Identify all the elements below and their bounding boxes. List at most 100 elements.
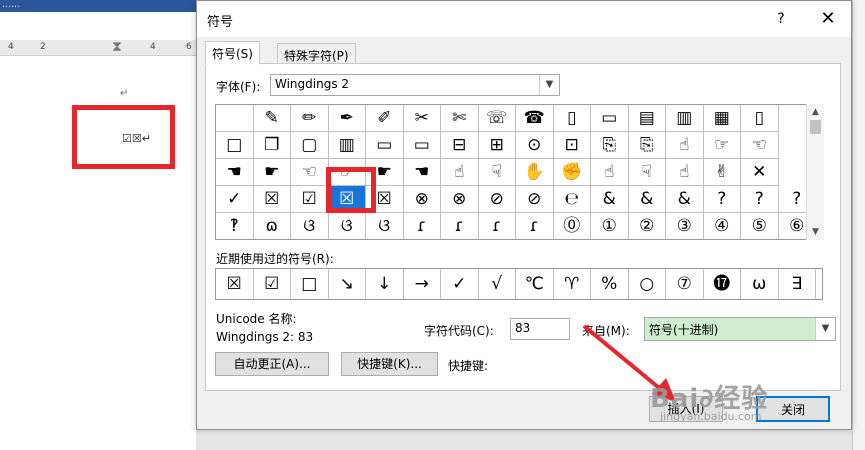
symbol-cell[interactable]: ⊗ (403, 186, 441, 213)
symbol-cell[interactable]: ② (629, 213, 666, 239)
scroll-down-icon[interactable]: ▼ (807, 224, 824, 240)
symbol-cell[interactable]: ☟ (628, 159, 666, 186)
symbol-cell[interactable]: ☝ (591, 159, 629, 186)
symbol-cell[interactable]: ℮ (553, 186, 591, 213)
symbol-cell[interactable]: ▤ (628, 105, 666, 132)
symbol-cell[interactable]: & (628, 186, 666, 213)
recent-symbol-cell[interactable]: ℃ (516, 269, 554, 299)
symbol-cell[interactable]: ① (591, 213, 629, 239)
recent-symbol-cell[interactable]: ⓱ (704, 269, 741, 299)
symbol-cell[interactable]: ▥ (666, 105, 704, 132)
symbol-cell[interactable]: ▭ (403, 132, 441, 159)
symbol-cell[interactable]: ☒ (366, 186, 404, 213)
symbol-cell[interactable]: ɷ (254, 213, 291, 239)
recent-symbol-cell[interactable]: ○ (629, 269, 666, 299)
symbol-cell[interactable]: ☝ (666, 132, 704, 159)
chevron-down-icon[interactable]: ▼ (815, 318, 835, 340)
recent-symbol-cell[interactable]: ↓ (366, 269, 404, 299)
recent-symbol-cell[interactable]: ∃ (779, 269, 816, 299)
recent-symbol-cell[interactable]: ☑ (254, 269, 291, 299)
symbol-cell[interactable]: & (591, 186, 629, 213)
scroll-up-icon[interactable]: ▲ (807, 104, 824, 120)
symbol-cell[interactable]: ✕ (741, 159, 779, 186)
shortcut-key-button[interactable]: 快捷键(K)... (341, 352, 438, 376)
recent-symbol-cell[interactable]: ☒ (216, 269, 254, 299)
recent-symbol-cell[interactable]: □ (291, 269, 329, 299)
tab-special-characters[interactable]: 特殊字符(P) (277, 43, 356, 65)
symbol-cell[interactable]: ☜ (291, 159, 329, 186)
recent-symbol-cell[interactable]: ✓ (441, 269, 479, 299)
symbol-cell[interactable]: ▯ (741, 105, 779, 132)
symbol-cell[interactable]: ✓ (216, 186, 254, 213)
character-code-input[interactable]: 83 (510, 318, 570, 340)
symbol-cell[interactable]: ɾ (516, 213, 554, 239)
symbol-cell[interactable]: ☟ (478, 159, 516, 186)
symbol-cell[interactable]: ✐ (366, 105, 404, 132)
recent-symbol-cell[interactable]: ↘ (329, 269, 366, 299)
symbol-cell[interactable]: ☛ (366, 159, 404, 186)
symbol-cell[interactable]: ▥ (328, 132, 366, 159)
symbol-cell[interactable]: ⊘ (478, 186, 516, 213)
autocorrect-button[interactable]: 自动更正(A)... (215, 352, 329, 376)
recent-symbol-cell[interactable]: √ (479, 269, 516, 299)
symbol-cell[interactable]: ❐ (253, 132, 291, 159)
symbol-cell[interactable]: □ (216, 132, 254, 159)
symbol-cell[interactable]: ✌ (703, 159, 741, 186)
symbol-cell[interactable]: ⎘ (628, 132, 666, 159)
symbol-cell[interactable]: ⊙ (516, 132, 554, 159)
symbol-cell[interactable]: ⎘ (591, 132, 629, 159)
symbol-cell[interactable]: ⑤ (741, 213, 779, 239)
symbol-cell[interactable]: ☝ (441, 159, 479, 186)
symbol-cell[interactable]: ଓ (366, 213, 404, 239)
symbol-cell[interactable]: ⊗ (441, 186, 479, 213)
from-select[interactable]: 符号(十进制) ▼ (644, 317, 836, 341)
symbol-cell[interactable]: ɾ (441, 213, 479, 239)
symbol-cell[interactable]: ✄ (441, 105, 479, 132)
recent-symbol-cell[interactable]: ω (741, 269, 779, 299)
symbol-cell[interactable]: ‽ (216, 213, 254, 239)
symbol-cell[interactable]: ⊘ (516, 186, 554, 213)
help-button[interactable]: ? (771, 9, 791, 29)
symbol-cell[interactable]: ɾ (479, 213, 516, 239)
symbol-cell[interactable]: ☚ (216, 159, 254, 186)
symbol-cell[interactable]: ▭ (366, 132, 404, 159)
symbol-cell[interactable]: ଓ (329, 213, 366, 239)
symbol-cell[interactable]: & (666, 186, 704, 213)
symbol-grid-scrollbar[interactable]: ▲ ▼ (806, 104, 824, 240)
symbol-cell[interactable]: ③ (666, 213, 704, 239)
symbol-cell[interactable] (216, 105, 254, 132)
symbol-cell[interactable]: ④ (704, 213, 741, 239)
symbol-cell[interactable]: ɾ (404, 213, 441, 239)
symbol-cell[interactable]: ☜ (741, 132, 779, 159)
symbol-cell[interactable]: ⊟ (441, 132, 479, 159)
close-button[interactable]: ✕ (815, 7, 841, 31)
symbol-cell[interactable]: ? (703, 186, 741, 213)
symbol-cell[interactable]: ⊞ (478, 132, 516, 159)
recent-symbol-cell[interactable]: ⑦ (666, 269, 704, 299)
symbol-cell[interactable]: ☎ (516, 105, 554, 132)
font-select[interactable]: Wingdings 2 ▼ (270, 74, 560, 96)
symbol-cell[interactable]: ? (741, 186, 779, 213)
symbol-cell[interactable]: ✏ (291, 105, 329, 132)
symbol-cell[interactable]: ☑ (291, 186, 329, 213)
scroll-thumb[interactable] (810, 120, 821, 134)
symbol-cell[interactable]: ☒ (328, 186, 366, 213)
symbol-cell[interactable]: ✒ (328, 105, 366, 132)
symbol-cell[interactable]: ☞ (328, 159, 366, 186)
tab-symbols[interactable]: 符号(S) (205, 41, 260, 65)
recent-symbol-cell[interactable]: % (591, 269, 629, 299)
symbol-cell[interactable]: ଓ (291, 213, 329, 239)
symbol-cell[interactable]: ✊ (553, 159, 591, 186)
inserted-symbols-text[interactable]: ☑☒↵ (122, 132, 151, 145)
symbol-cell[interactable]: ☚ (403, 159, 441, 186)
chevron-down-icon[interactable]: ▼ (539, 75, 559, 95)
symbol-cell[interactable]: ☒ (253, 186, 291, 213)
symbol-cell[interactable]: ✎ (253, 105, 291, 132)
symbol-cell[interactable]: ☏ (478, 105, 516, 132)
symbol-cell[interactable]: ▢ (291, 132, 329, 159)
symbol-cell[interactable]: ⓪ (554, 213, 591, 239)
symbol-cell[interactable]: ⊡ (553, 132, 591, 159)
symbol-cell[interactable]: ☝ (666, 159, 704, 186)
recent-symbol-cell[interactable]: ♈ (554, 269, 591, 299)
symbol-cell[interactable]: ✋ (516, 159, 554, 186)
